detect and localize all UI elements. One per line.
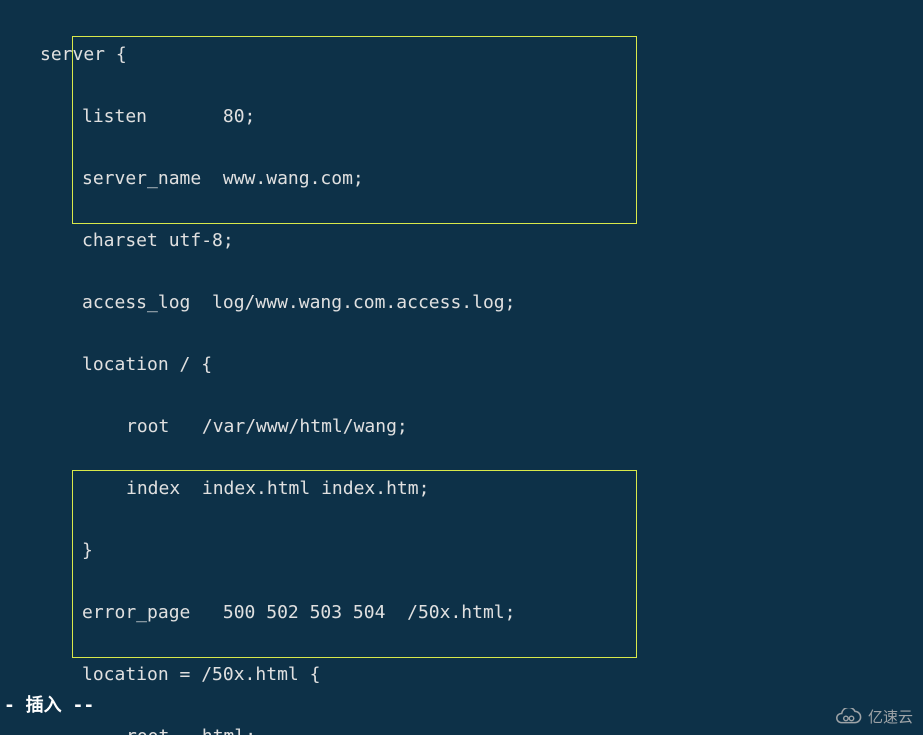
code-line: index index.html index.htm; [0,473,923,504]
watermark: 亿速云 [834,706,913,727]
watermark-text: 亿速云 [868,706,913,727]
code-line: server { [0,39,923,70]
code-line: error_page 500 502 503 504 /50x.html; [0,597,923,628]
cloud-icon [834,708,862,726]
vim-status-line: - 插入 -- [4,691,94,717]
code-line: } [0,535,923,566]
code-block: server { listen 80; server_name www.wang… [0,0,923,735]
code-line: root html; [0,721,923,735]
code-line: access_log log/www.wang.com.access.log; [0,287,923,318]
code-line: location / { [0,349,923,380]
code-line: listen 80; [0,101,923,132]
code-line: location = /50x.html { [0,659,923,690]
code-line: server_name www.wang.com; [0,163,923,194]
code-line: charset utf-8; [0,225,923,256]
code-line: root /var/www/html/wang; [0,411,923,442]
